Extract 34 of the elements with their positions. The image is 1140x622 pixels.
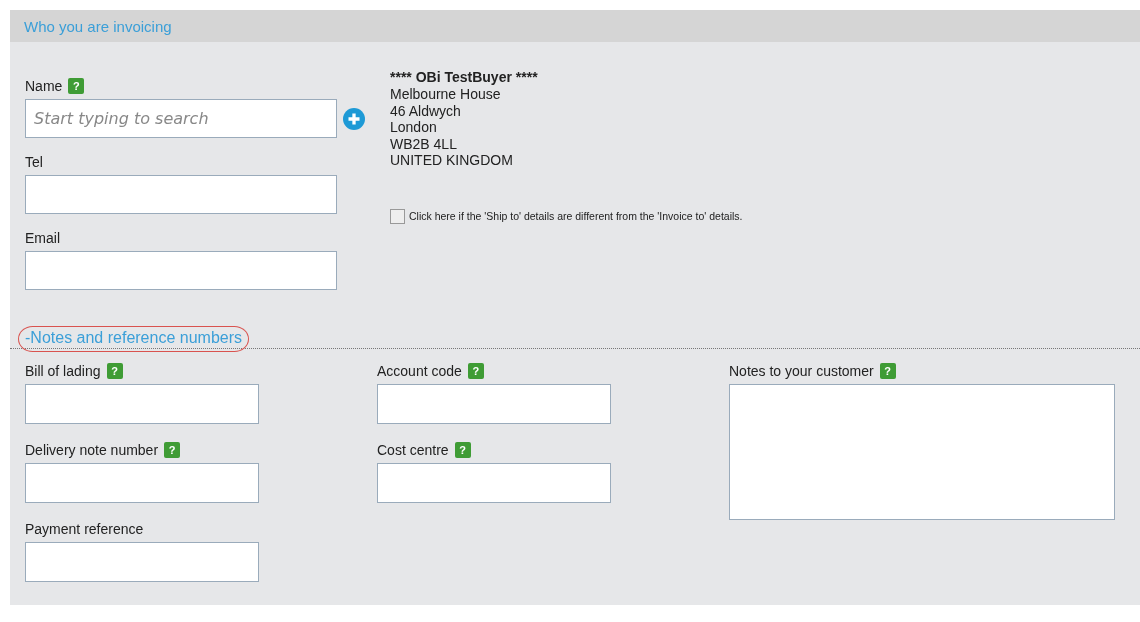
input-field[interactable] <box>377 384 611 424</box>
input-field[interactable] <box>25 384 259 424</box>
address-line: London <box>390 119 438 136</box>
address-line: UNITED KINGDOM <box>390 152 514 169</box>
checkbox-label: Click here if the 'Ship to' details are different from the 'Invoice to' details. <box>409 210 743 222</box>
help-icon[interactable]: ? <box>467 363 484 379</box>
field-label: Name <box>25 78 63 94</box>
checkbox[interactable] <box>390 208 405 224</box>
address-line: 46 Aldwych <box>390 102 462 119</box>
company-name: **** OBi TestBuyer **** <box>390 69 539 86</box>
field-label: Payment reference <box>25 521 144 537</box>
field-label: Delivery note number <box>25 442 159 458</box>
input-field[interactable] <box>25 542 259 582</box>
input-field[interactable] <box>25 251 337 290</box>
help-icon[interactable]: ? <box>879 363 896 379</box>
field-label: Email <box>25 230 60 246</box>
input-field[interactable] <box>377 463 611 503</box>
field-label: Tel <box>25 154 43 170</box>
help-icon[interactable]: ? <box>454 442 471 458</box>
section-toggle[interactable]: -Notes and reference numbers <box>19 327 248 351</box>
help-icon[interactable]: ? <box>164 442 181 458</box>
input-field[interactable] <box>25 175 337 214</box>
field-label: Bill of lading <box>25 363 101 379</box>
field-label: Cost centre <box>377 442 449 458</box>
add-icon[interactable] <box>343 107 365 130</box>
help-icon[interactable]: ? <box>68 78 85 94</box>
field-label: Notes to your customer <box>729 363 874 379</box>
address-line: WB2B 4LL <box>390 135 458 152</box>
address-line: Melbourne House <box>390 86 502 103</box>
field-label: Account code <box>377 363 462 379</box>
panel-title: Who you are invoicing <box>24 17 172 35</box>
input-field[interactable] <box>25 463 259 503</box>
help-icon[interactable]: ? <box>106 363 123 379</box>
input-field[interactable]: Start typing to search <box>25 99 337 138</box>
